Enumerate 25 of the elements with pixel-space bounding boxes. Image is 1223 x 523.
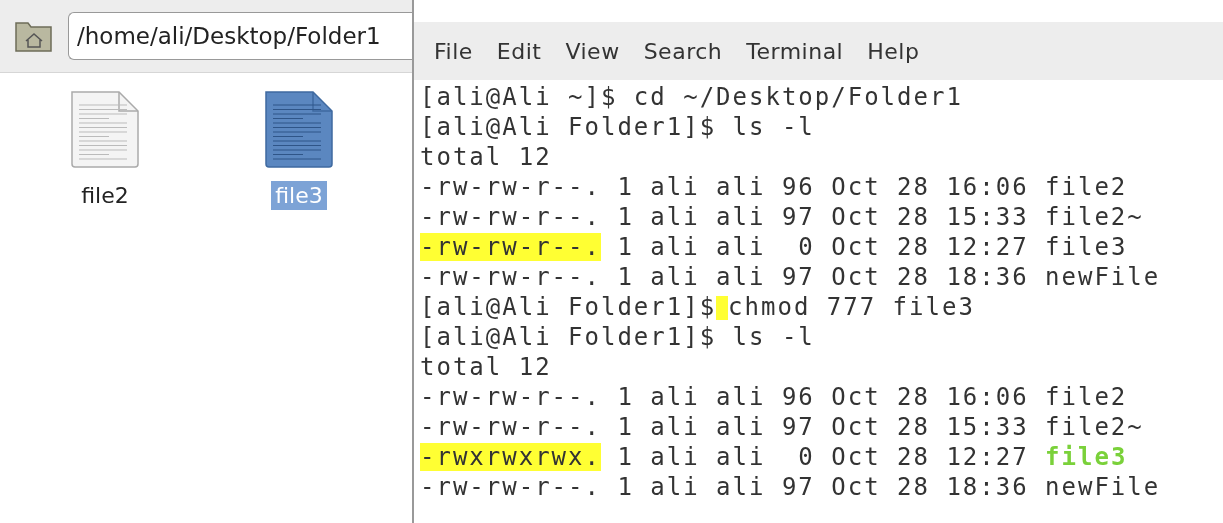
terminal-line: -rw-rw-r--. 1 ali ali 96 Oct 28 16:06 file2 (420, 172, 1129, 202)
terminal-line: -rw-rw-r--. 1 ali ali 97 Oct 28 18:36 newFile (420, 472, 1162, 502)
terminal-line: -rw-rw-r--. 1 ali ali 0 Oct 28 12:27 file3 (420, 232, 1129, 262)
menu-item[interactable]: Terminal (734, 38, 856, 64)
terminal-line: total 12 (420, 142, 553, 172)
terminal-line: -rwxrwxrwx. 1 ali ali 0 Oct 28 12:27 file3 (420, 442, 1129, 472)
terminal-line: -rw-rw-r--. 1 ali ali 96 Oct 28 16:06 file2 (420, 382, 1129, 412)
menu-item[interactable]: Search (631, 38, 735, 64)
terminal-line: total 12 (420, 352, 553, 382)
menu-item[interactable]: File (422, 38, 485, 64)
terminal-line: -rw-rw-r--. 1 ali ali 97 Oct 28 15:33 file2~ (420, 202, 1145, 232)
terminal-line: [ali@Ali Folder1]$ chmod 777 file3 (420, 292, 976, 322)
terminal-line: [ali@Ali Folder1]$ ls -l (420, 112, 816, 142)
menu-item[interactable]: Help (855, 38, 932, 64)
location-field[interactable]: /home/ali/Desktop/Folder1 (68, 12, 412, 60)
terminal-line: -rw-rw-r--. 1 ali ali 97 Oct 28 15:33 file2~ (420, 412, 1145, 442)
home-folder-icon[interactable] (14, 19, 54, 53)
terminal-line: [ali@Ali Folder1]$ ls -l (420, 322, 816, 352)
document-icon (69, 89, 141, 169)
terminal-line: -rw-rw-r--. 1 ali ali 97 Oct 28 18:36 newFile (420, 262, 1162, 292)
file-name[interactable]: file2 (77, 181, 133, 210)
menu-item[interactable]: Edit (484, 38, 554, 64)
menu-item[interactable]: View (553, 38, 632, 64)
document-icon (263, 89, 335, 169)
terminal-line: [ali@Ali ~]$ cd ~/Desktop/Folder1 (420, 82, 964, 112)
